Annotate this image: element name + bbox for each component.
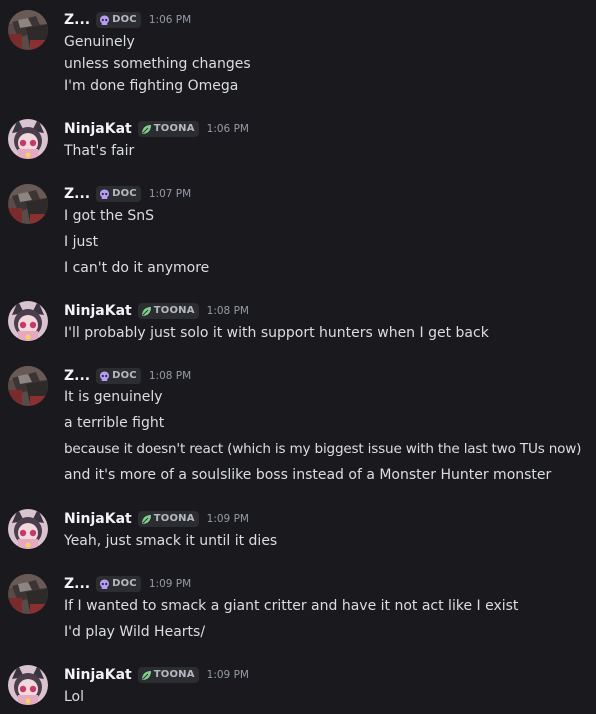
message-line: Yeah, just smack it until it dies (64, 533, 278, 549)
avatar[interactable] (8, 301, 48, 341)
message-header: Z... DOC 1:07 PM (64, 184, 191, 204)
message-line: Lol (64, 689, 85, 705)
avatar[interactable] (8, 10, 48, 50)
timestamp[interactable]: 1:09 PM (207, 665, 249, 685)
server-tag[interactable]: DOC (96, 186, 141, 202)
username[interactable]: NinjaKat (64, 509, 132, 529)
timestamp[interactable]: 1:08 PM (207, 301, 249, 321)
avatar[interactable] (8, 509, 48, 549)
username[interactable]: Z... (64, 574, 90, 594)
message-header: NinjaKat TOONA 1:09 PM (64, 509, 249, 529)
avatar[interactable] (8, 574, 48, 614)
avatar[interactable] (8, 665, 48, 705)
message-line: I just (64, 234, 99, 250)
avatar[interactable] (8, 119, 48, 159)
server-tag[interactable]: DOC (96, 368, 141, 384)
server-tag-label: TOONA (153, 123, 195, 134)
server-tag-label: TOONA (153, 305, 195, 316)
leaf-icon (141, 124, 152, 135)
message-line: because it doesn't react (which is my bi… (64, 441, 582, 457)
skull-icon (99, 15, 110, 26)
message-header: NinjaKat TOONA 1:08 PM (64, 301, 249, 321)
message-header: NinjaKat TOONA 1:09 PM (64, 665, 249, 685)
avatar-image (8, 574, 48, 614)
message-line: I'm done fighting Omega (64, 78, 239, 94)
leaf-icon (141, 670, 152, 681)
timestamp[interactable]: 1:06 PM (207, 119, 249, 139)
username[interactable]: Z... (64, 10, 90, 30)
server-tag-label: TOONA (153, 513, 195, 524)
message-line: It is genuinely (64, 389, 163, 405)
server-tag-label: DOC (112, 370, 137, 381)
username[interactable]: NinjaKat (64, 301, 132, 321)
username[interactable]: Z... (64, 184, 90, 204)
skull-icon (99, 371, 110, 382)
skull-icon (99, 189, 110, 200)
leaf-icon (141, 514, 152, 525)
avatar-image (8, 10, 48, 50)
avatar-image (8, 509, 48, 549)
message-line: I'd play Wild Hearts/ (64, 624, 206, 640)
timestamp[interactable]: 1:08 PM (149, 366, 191, 386)
message-line: I got the SnS (64, 208, 155, 224)
server-tag-label: TOONA (153, 669, 195, 680)
message-header: Z... DOC 1:09 PM (64, 574, 191, 594)
username[interactable]: NinjaKat (64, 665, 132, 685)
server-tag-label: DOC (112, 578, 137, 589)
message-line: That's fair (64, 143, 135, 159)
leaf-icon (141, 306, 152, 317)
server-tag[interactable]: DOC (96, 576, 141, 592)
message-line: If I wanted to smack a giant critter and… (64, 598, 519, 614)
message-line: and it's more of a soulslike boss instea… (64, 467, 552, 483)
message-header: Z... DOC 1:08 PM (64, 366, 191, 386)
avatar[interactable] (8, 366, 48, 406)
server-tag[interactable]: TOONA (137, 121, 199, 137)
avatar-image (8, 184, 48, 224)
message-line: I can't do it anymore (64, 260, 210, 276)
server-tag[interactable]: TOONA (137, 303, 199, 319)
avatar-image (8, 119, 48, 159)
message-line: unless something changes (64, 56, 251, 72)
server-tag[interactable]: TOONA (137, 511, 199, 527)
server-tag[interactable]: TOONA (137, 667, 199, 683)
message-line: a terrible fight (64, 415, 165, 431)
timestamp[interactable]: 1:09 PM (149, 574, 191, 594)
avatar-image (8, 301, 48, 341)
timestamp[interactable]: 1:06 PM (149, 10, 191, 30)
username[interactable]: NinjaKat (64, 119, 132, 139)
message-header: Z... DOC 1:06 PM (64, 10, 191, 30)
server-tag-label: DOC (112, 14, 137, 25)
skull-icon (99, 579, 110, 590)
timestamp[interactable]: 1:07 PM (149, 184, 191, 204)
message-line: I'll probably just solo it with support … (64, 325, 489, 341)
message-line: Genuinely (64, 34, 135, 50)
avatar-image (8, 366, 48, 406)
avatar-image (8, 665, 48, 705)
message-header: NinjaKat TOONA 1:06 PM (64, 119, 249, 139)
username[interactable]: Z... (64, 366, 90, 386)
server-tag[interactable]: DOC (96, 12, 141, 28)
avatar[interactable] (8, 184, 48, 224)
timestamp[interactable]: 1:09 PM (207, 509, 249, 529)
server-tag-label: DOC (112, 188, 137, 199)
